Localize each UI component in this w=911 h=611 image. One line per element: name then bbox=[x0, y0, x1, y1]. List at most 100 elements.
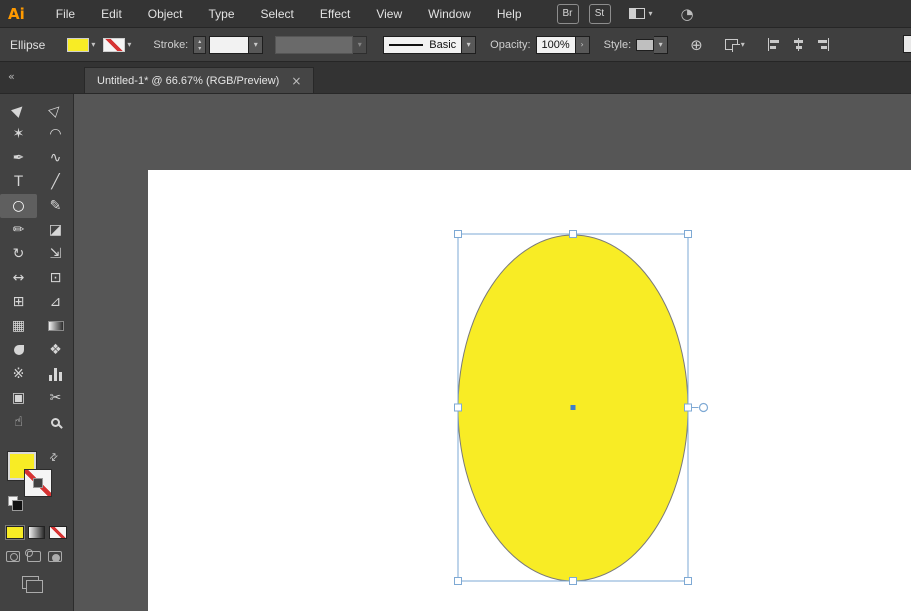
column-graph-tool[interactable] bbox=[37, 362, 74, 386]
document-setup-button[interactable]: ▾ bbox=[725, 39, 745, 50]
eraser-tool-icon: ◪ bbox=[49, 223, 62, 237]
none-button[interactable] bbox=[49, 526, 67, 539]
document-setup-icon bbox=[725, 39, 738, 50]
menu-file[interactable]: File bbox=[43, 7, 88, 21]
pencil-tool[interactable]: ✏ bbox=[0, 218, 37, 242]
icon-part bbox=[54, 368, 57, 381]
clipped-control-icon[interactable] bbox=[903, 35, 911, 53]
magic-wand-tool-icon: ✶ bbox=[13, 127, 25, 141]
handle-top-center[interactable] bbox=[570, 231, 577, 238]
gradient-tool[interactable] bbox=[37, 314, 74, 338]
scale-tool[interactable]: ⇲ bbox=[37, 242, 74, 266]
collapse-tools-panel-icon[interactable]: « bbox=[0, 70, 74, 93]
menu-window[interactable]: Window bbox=[415, 7, 484, 21]
menu-select[interactable]: Select bbox=[248, 7, 307, 21]
document-tab[interactable]: Untitled-1* @ 66.67% (RGB/Preview) × bbox=[84, 67, 314, 93]
handle-bottom-left[interactable] bbox=[455, 578, 462, 585]
tool-grid: ▶ ▷ ✶ ◠ ✒ ∿ T ╱ ○ ✎ ✏ ◪ ↻ ⇲ ↔ ⊡ ⊞ ⊿ ▦ ❖ … bbox=[0, 98, 73, 434]
canvas-area[interactable] bbox=[74, 94, 911, 611]
fill-color-control[interactable]: ▾ bbox=[67, 38, 95, 52]
stroke-weight-combo[interactable]: ▾ bbox=[209, 36, 263, 54]
stroke-color-control[interactable]: ▾ bbox=[103, 38, 131, 52]
tab-close-icon[interactable]: × bbox=[291, 74, 301, 88]
handle-bottom-center[interactable] bbox=[570, 578, 577, 585]
chevron-right-icon[interactable]: › bbox=[576, 36, 590, 54]
align-right-icon[interactable] bbox=[815, 38, 830, 51]
pen-tool[interactable]: ✒ bbox=[0, 146, 37, 170]
symbol-sprayer-tool[interactable]: ※ bbox=[0, 362, 37, 386]
hand-tool[interactable]: ☝ bbox=[0, 410, 37, 434]
handle-bottom-right[interactable] bbox=[685, 578, 692, 585]
stepper-up-icon: ▴ bbox=[198, 38, 201, 45]
rotate-tool[interactable]: ↻ bbox=[0, 242, 37, 266]
recolor-artwork-button[interactable]: ⊕ bbox=[690, 36, 703, 54]
center-anchor-point[interactable] bbox=[571, 405, 576, 410]
default-fill-stroke-icon[interactable] bbox=[8, 496, 18, 506]
swap-fill-stroke-icon[interactable]: ⇄ bbox=[47, 451, 61, 465]
line-segment-tool-icon: ╱ bbox=[51, 175, 59, 189]
menu-object[interactable]: Object bbox=[135, 7, 196, 21]
eyedropper-tool[interactable] bbox=[0, 338, 37, 362]
chevron-down-icon[interactable]: ▾ bbox=[462, 36, 476, 54]
workspace-switcher[interactable]: ▾ bbox=[629, 8, 653, 19]
draw-behind-button[interactable] bbox=[27, 551, 41, 562]
opacity-value[interactable]: 100% bbox=[536, 36, 576, 54]
handle-top-left[interactable] bbox=[455, 231, 462, 238]
chevron-down-icon[interactable]: ▾ bbox=[249, 36, 263, 54]
shape-builder-tool[interactable]: ⊞ bbox=[0, 290, 37, 314]
draw-inside-button[interactable] bbox=[48, 551, 62, 562]
bridge-button[interactable]: Br bbox=[557, 4, 579, 24]
menu-edit[interactable]: Edit bbox=[88, 7, 135, 21]
eraser-tool[interactable]: ◪ bbox=[37, 218, 74, 242]
artboard-tool[interactable]: ▣ bbox=[0, 386, 37, 410]
ellipse-tool[interactable]: ○ bbox=[0, 194, 37, 218]
opacity-combo[interactable]: 100% › bbox=[536, 36, 590, 54]
stroke-weight-value[interactable] bbox=[209, 36, 249, 54]
stroke-label[interactable]: Stroke: bbox=[153, 39, 188, 51]
opacity-label[interactable]: Opacity: bbox=[490, 39, 530, 51]
blend-tool[interactable]: ❖ bbox=[37, 338, 74, 362]
paintbrush-tool-icon: ✎ bbox=[50, 199, 62, 213]
align-center-icon[interactable] bbox=[791, 38, 806, 51]
lasso-tool[interactable]: ◠ bbox=[37, 122, 74, 146]
gradient-button[interactable] bbox=[28, 526, 46, 539]
context-label: Ellipse bbox=[10, 38, 45, 52]
chevron-down-icon[interactable]: ▾ bbox=[654, 36, 668, 54]
align-left-icon[interactable] bbox=[767, 38, 782, 51]
selection-tool[interactable]: ▶ bbox=[0, 98, 37, 122]
color-button[interactable] bbox=[6, 526, 24, 539]
menu-type[interactable]: Type bbox=[195, 7, 247, 21]
document-tab-title: Untitled-1* @ 66.67% (RGB/Preview) bbox=[97, 75, 279, 87]
type-tool[interactable]: T bbox=[0, 170, 37, 194]
menu-effect[interactable]: Effect bbox=[307, 7, 363, 21]
chevron-down-icon: ▾ bbox=[127, 40, 131, 49]
style-label[interactable]: Style: bbox=[604, 39, 632, 51]
brush-definition-value[interactable]: Basic bbox=[383, 36, 462, 54]
performance-meter-icon[interactable]: ◔ bbox=[681, 5, 694, 23]
symbol-sprayer-tool-icon: ※ bbox=[13, 367, 25, 381]
stroke-weight-stepper[interactable]: ▴ ▾ bbox=[193, 36, 206, 54]
menu-help[interactable]: Help bbox=[484, 7, 535, 21]
stock-button[interactable]: St bbox=[589, 4, 611, 24]
slice-tool[interactable]: ✂ bbox=[37, 386, 74, 410]
stroke-color-indicator[interactable] bbox=[24, 469, 52, 497]
tools-panel: ▶ ▷ ✶ ◠ ✒ ∿ T ╱ ○ ✎ ✏ ◪ ↻ ⇲ ↔ ⊡ ⊞ ⊿ ▦ ❖ … bbox=[0, 94, 74, 611]
style-combo[interactable]: ▾ bbox=[636, 36, 668, 54]
line-segment-tool[interactable]: ╱ bbox=[37, 170, 74, 194]
zoom-tool[interactable] bbox=[37, 410, 74, 434]
free-transform-tool[interactable]: ⊡ bbox=[37, 266, 74, 290]
width-tool[interactable]: ↔ bbox=[0, 266, 37, 290]
paintbrush-tool[interactable]: ✎ bbox=[37, 194, 74, 218]
handle-top-right[interactable] bbox=[685, 231, 692, 238]
brush-definition-combo[interactable]: Basic ▾ bbox=[383, 36, 476, 54]
direct-selection-tool[interactable]: ▷ bbox=[37, 98, 74, 122]
draw-normal-button[interactable] bbox=[6, 551, 20, 562]
magic-wand-tool[interactable]: ✶ bbox=[0, 122, 37, 146]
handle-middle-left[interactable] bbox=[455, 404, 462, 411]
mesh-tool[interactable]: ▦ bbox=[0, 314, 37, 338]
curvature-tool[interactable]: ∿ bbox=[37, 146, 74, 170]
handle-middle-right[interactable] bbox=[685, 404, 692, 411]
change-screen-mode-button[interactable] bbox=[22, 576, 39, 589]
menu-view[interactable]: View bbox=[363, 7, 415, 21]
perspective-grid-tool[interactable]: ⊿ bbox=[37, 290, 74, 314]
